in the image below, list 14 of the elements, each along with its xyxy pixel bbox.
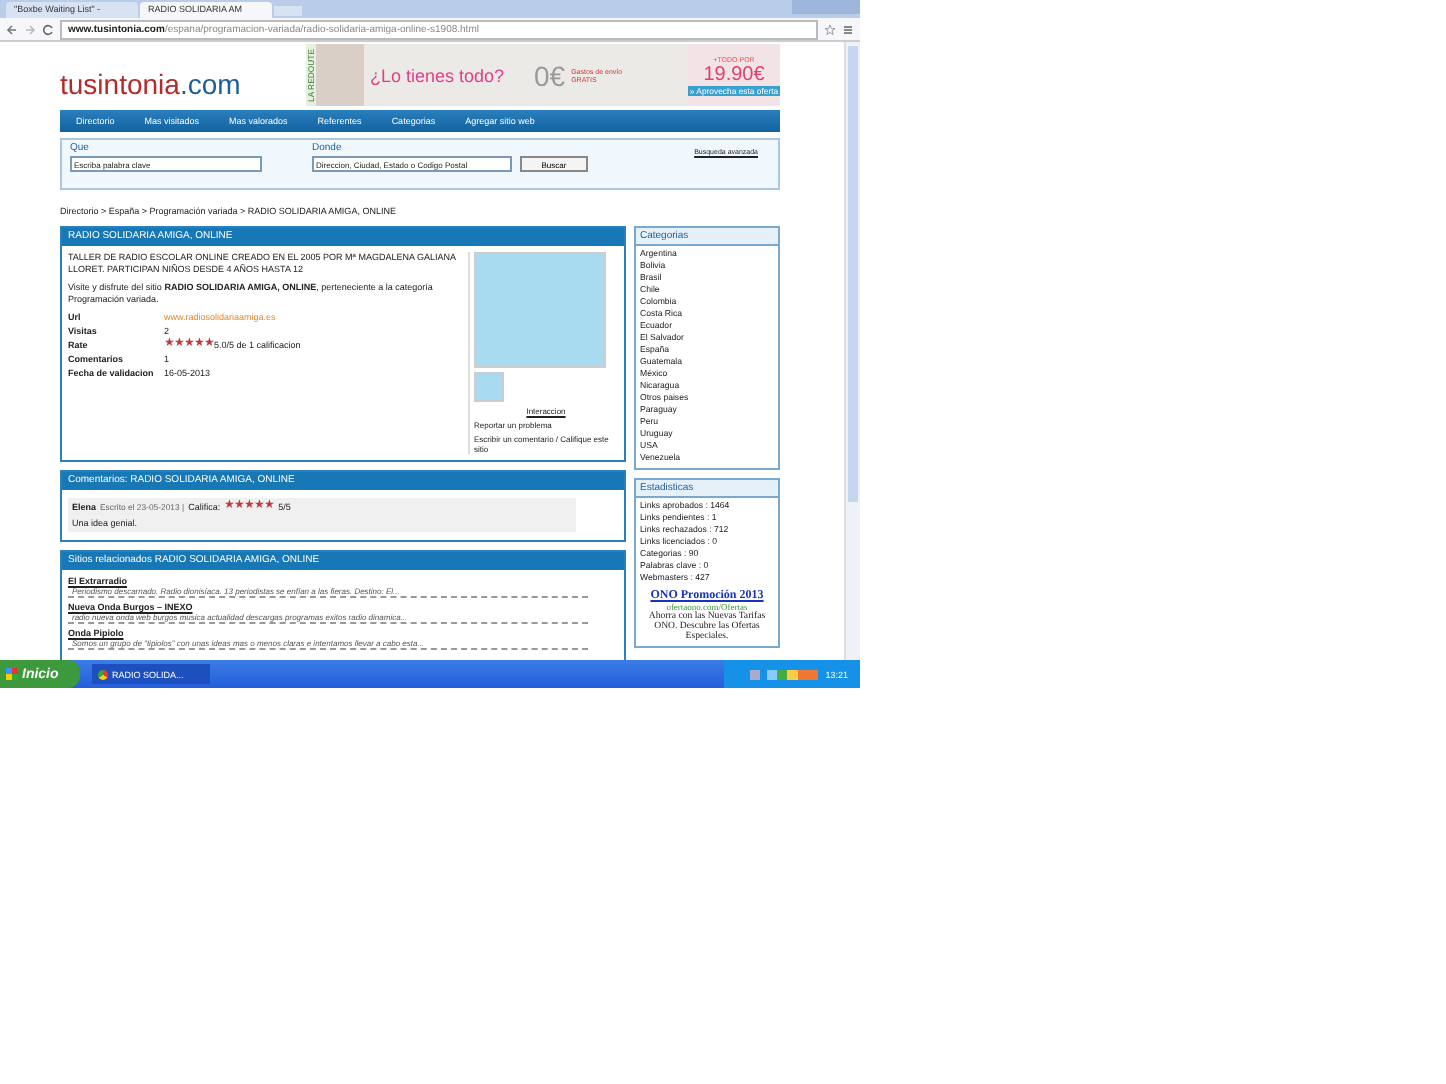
ad-price: 19.90€ xyxy=(703,63,765,85)
scrollbar[interactable] xyxy=(844,42,860,660)
ad-price: 0€ xyxy=(534,59,566,91)
windows-logo-icon xyxy=(6,668,18,680)
star-icon[interactable] xyxy=(824,23,836,35)
back-icon[interactable] xyxy=(6,23,18,35)
forward-icon[interactable] xyxy=(24,23,36,35)
site-logo[interactable]: tusintonia.com xyxy=(60,51,306,99)
menu-icon[interactable] xyxy=(842,23,854,35)
thumbnail-image[interactable] xyxy=(474,372,504,402)
browser-icon xyxy=(98,669,108,679)
ad-headline: ¿Lo tienes todo? xyxy=(368,65,507,85)
reload-icon[interactable] xyxy=(42,23,54,35)
photo-placeholder xyxy=(316,44,364,106)
